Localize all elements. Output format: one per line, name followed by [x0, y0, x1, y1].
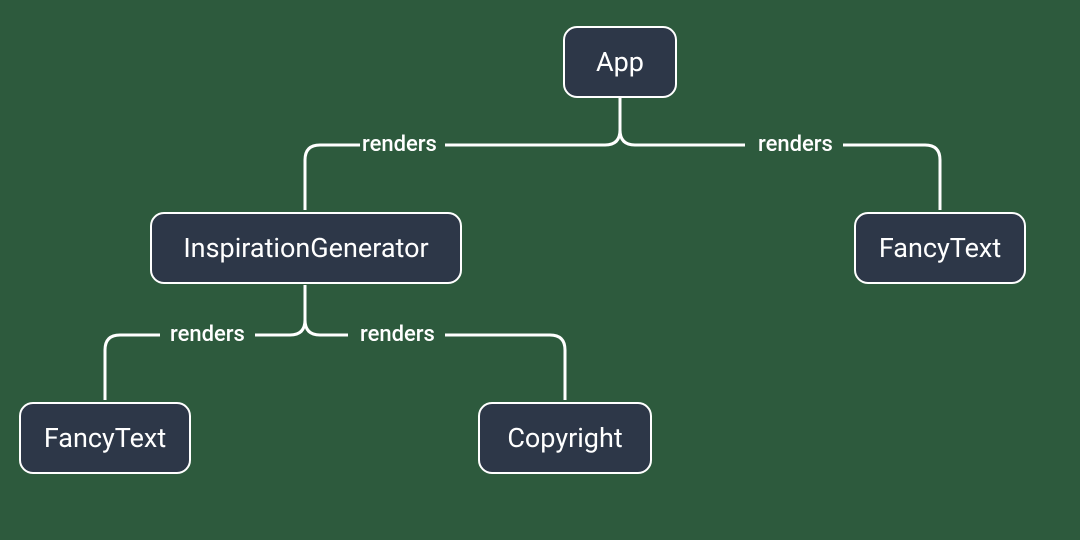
edge-label-inspiration-fancytext: renders	[170, 322, 245, 347]
edge-label-app-fancytext: renders	[758, 132, 833, 157]
edge-label-app-inspiration: renders	[362, 132, 437, 157]
node-label: InspirationGenerator	[183, 232, 428, 264]
node-label: FancyText	[879, 232, 1001, 264]
node-label: Copyright	[507, 422, 622, 454]
node-fancy-text-right: FancyText	[854, 212, 1026, 284]
node-label: App	[596, 46, 644, 78]
node-copyright: Copyright	[478, 402, 652, 474]
node-app: App	[563, 26, 677, 98]
node-label: FancyText	[44, 422, 166, 454]
node-fancy-text-left: FancyText	[19, 402, 191, 474]
node-inspiration-generator: InspirationGenerator	[150, 212, 462, 284]
edge-label-inspiration-copyright: renders	[360, 322, 435, 347]
